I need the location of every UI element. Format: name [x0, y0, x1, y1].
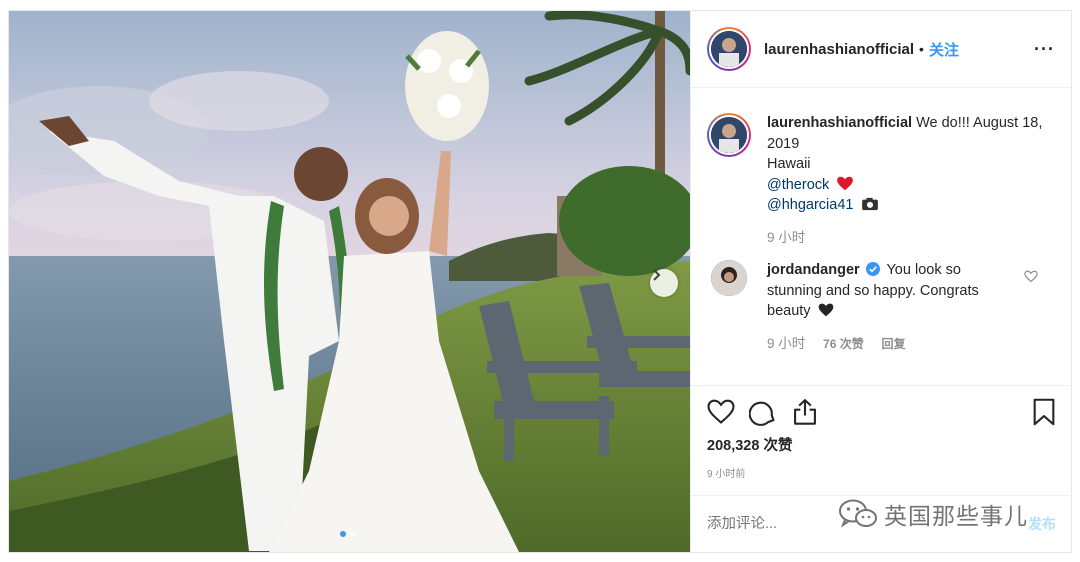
share-icon[interactable] — [791, 398, 819, 426]
post-header: laurenhashianofficial • 关注 ··· — [691, 11, 1071, 88]
comment-like-heart-icon[interactable] — [1024, 270, 1038, 283]
mention-link[interactable]: @therock — [767, 177, 829, 193]
commenter-avatar[interactable] — [711, 260, 747, 296]
follow-button[interactable]: 关注 — [929, 39, 959, 60]
carousel-dot — [350, 531, 356, 537]
caption-avatar[interactable] — [707, 113, 751, 157]
author-username[interactable]: laurenhashianofficial — [764, 41, 914, 58]
camera-icon — [861, 197, 878, 211]
post-photo[interactable] — [9, 11, 690, 552]
header-separator: • — [919, 41, 924, 57]
red-heart-icon — [837, 176, 854, 190]
post-side-panel: laurenhashianofficial • 关注 ··· laurenhas… — [690, 11, 1072, 552]
comment-timestamp: 9 小时 — [767, 335, 806, 351]
caption-author[interactable]: laurenhashianofficial — [767, 115, 912, 131]
bouquet — [405, 31, 489, 141]
wechat-watermark: 英国那些事儿 — [838, 497, 1028, 531]
mention-link[interactable]: @hhgarcia41 — [767, 197, 853, 213]
author-avatar[interactable] — [707, 27, 751, 71]
wedding-photo-illustration — [9, 11, 690, 552]
avatar-photo-icon — [711, 31, 747, 67]
carousel-dot-active — [340, 531, 346, 537]
next-slide-button[interactable] — [650, 269, 678, 297]
more-options-button[interactable]: ··· — [1034, 39, 1055, 60]
avatar-photo-icon — [711, 260, 747, 296]
caption-body: laurenhashianofficial We do!!! August 18… — [767, 113, 1056, 248]
caption-row: laurenhashianofficial We do!!! August 18… — [707, 113, 1056, 248]
comment-author[interactable]: jordandanger — [767, 262, 860, 278]
comment-body: jordandanger You look so stunning and so… — [767, 260, 1017, 354]
bookmark-icon[interactable] — [1032, 398, 1056, 426]
avatar-photo-icon — [711, 117, 747, 153]
caption-time: 9 小时 — [767, 228, 1056, 249]
comment-meta: 9 小时 76 次赞 回复 — [767, 334, 1017, 355]
caption-location: Hawaii — [767, 156, 811, 172]
likes-count[interactable]: 208,328 次赞 — [707, 434, 1056, 455]
comment-bubble-icon[interactable] — [749, 398, 777, 426]
heart-icon[interactable] — [707, 399, 735, 425]
comment-row: jordandanger You look so stunning and so… — [707, 260, 1056, 354]
avatar-image — [709, 115, 749, 155]
post-timestamp: 9 小时前 — [707, 469, 746, 480]
action-icons — [707, 396, 1056, 428]
carousel-indicator — [340, 531, 356, 537]
caption-timestamp: 9 小时 — [767, 229, 806, 245]
watermark-text: 英国那些事儿 — [884, 504, 1028, 530]
post-actions: 208,328 次赞 9 小时前 — [691, 385, 1072, 480]
instagram-post: laurenhashianofficial • 关注 ··· laurenhas… — [8, 10, 1072, 553]
chevron-right-icon — [653, 269, 661, 281]
comments-section: laurenhashianofficial We do!!! August 18… — [691, 89, 1072, 385]
verified-badge-icon — [865, 262, 880, 276]
avatar-image — [709, 29, 749, 69]
post-comment-button[interactable]: 发布 — [1028, 514, 1056, 534]
wechat-logo-icon — [839, 499, 877, 528]
black-heart-icon — [818, 303, 833, 317]
reply-button[interactable]: 回复 — [881, 337, 905, 351]
comment-likes[interactable]: 76 次赞 — [823, 337, 864, 351]
